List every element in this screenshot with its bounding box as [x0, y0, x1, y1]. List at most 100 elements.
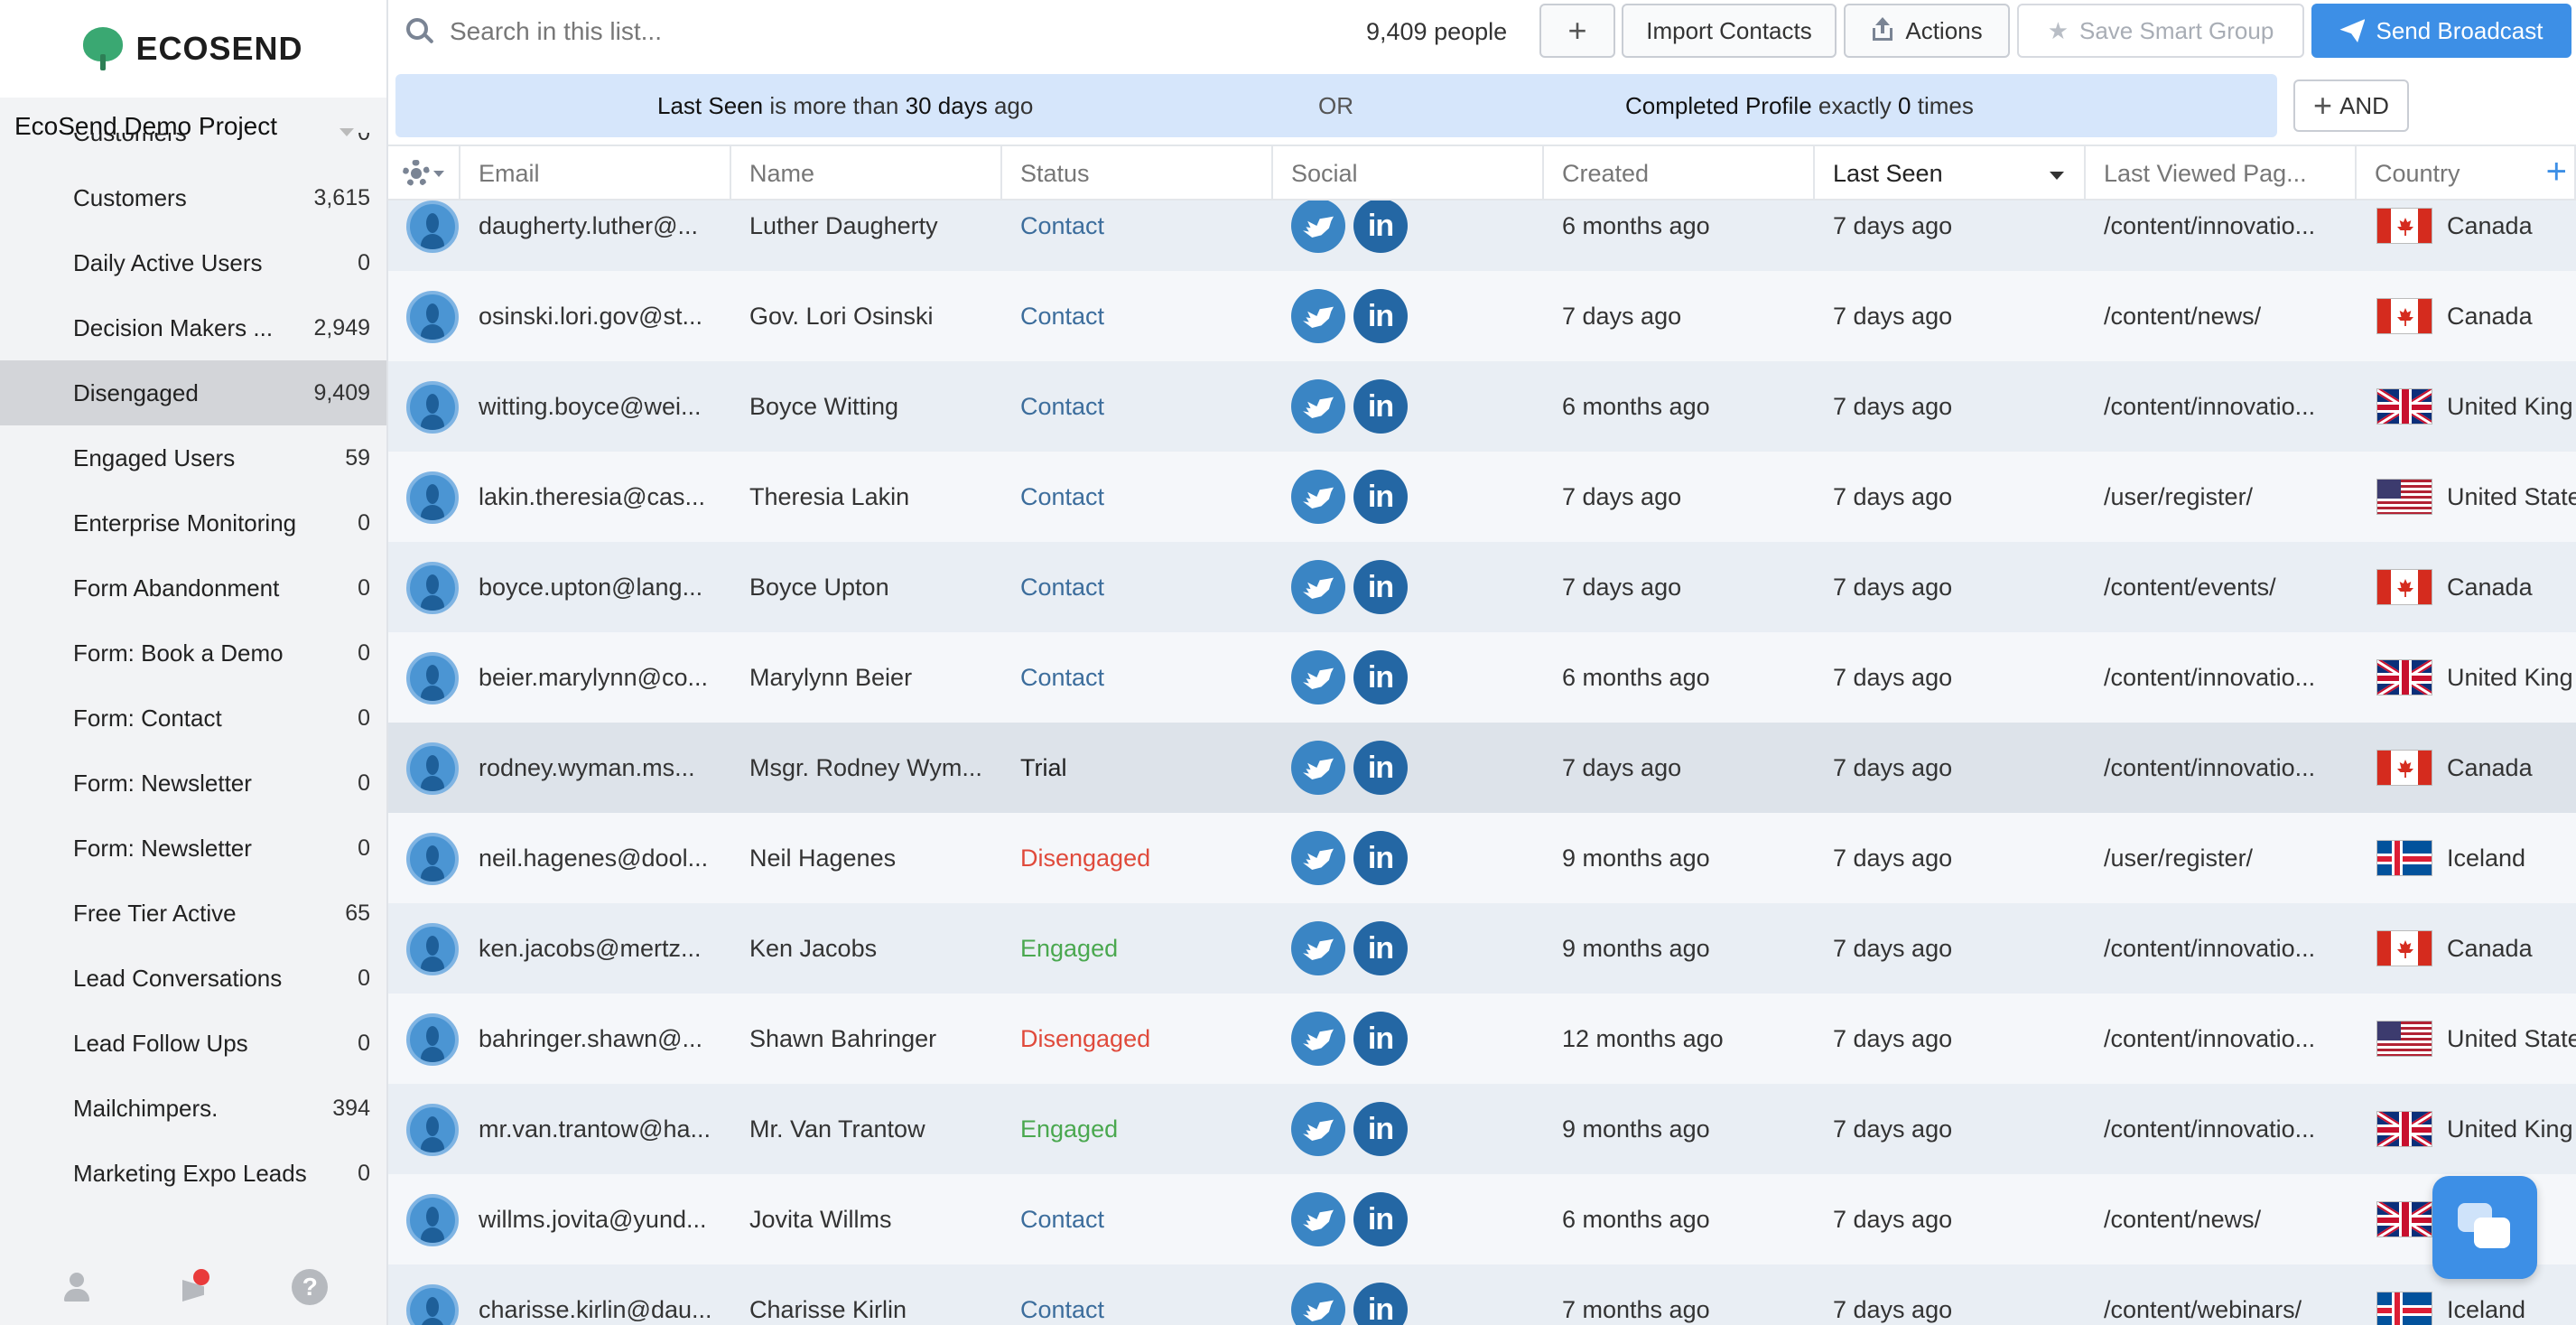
- column-header-label: Created: [1562, 159, 1650, 187]
- notification-icon[interactable]: [175, 1269, 211, 1305]
- import-contacts-button[interactable]: Import Contacts: [1622, 4, 1837, 58]
- last-viewed-page-cell: /user/register/: [2104, 844, 2254, 872]
- sidebar-group-item[interactable]: Engaged Users 59: [0, 425, 386, 490]
- user-icon[interactable]: [59, 1269, 95, 1305]
- twitter-icon[interactable]: [1291, 199, 1345, 253]
- twitter-icon[interactable]: [1291, 741, 1345, 795]
- column-header[interactable]: Email: [460, 146, 731, 201]
- column-settings-button[interactable]: [388, 146, 460, 201]
- sidebar-group-item[interactable]: Free Tier Active 65: [0, 881, 386, 946]
- twitter-icon[interactable]: [1291, 1012, 1345, 1066]
- filter-suffix: times: [1917, 91, 1974, 119]
- column-header[interactable]: Name: [731, 146, 1002, 201]
- add-and-filter-button[interactable]: + AND: [2293, 79, 2409, 132]
- twitter-icon[interactable]: [1291, 379, 1345, 434]
- linkedin-icon[interactable]: in: [1353, 1012, 1408, 1066]
- country-cell: United King: [2447, 663, 2573, 691]
- column-header[interactable]: Country: [2357, 146, 2576, 201]
- sidebar-group-item[interactable]: Form: Contact 0: [0, 686, 386, 751]
- linkedin-icon[interactable]: in: [1353, 1192, 1408, 1246]
- sidebar-group-item[interactable]: Form: Newsletter 0: [0, 751, 386, 816]
- linkedin-icon[interactable]: in: [1353, 831, 1408, 885]
- save-smart-group-button[interactable]: ★ Save Smart Group: [2017, 4, 2304, 58]
- status-cell: Engaged: [1020, 934, 1119, 962]
- table-row[interactable]: mr.van.trantow@ha... Mr. Van Trantow Engag…: [388, 1084, 2576, 1174]
- column-header[interactable]: Social: [1273, 146, 1544, 201]
- column-header[interactable]: Last Viewed Pag...: [2086, 146, 2357, 201]
- actions-button[interactable]: Actions: [1844, 4, 2010, 58]
- filter-condition[interactable]: Last Seen is more than 30 days ago: [657, 74, 1033, 137]
- twitter-icon[interactable]: [1291, 1192, 1345, 1246]
- sidebar-group-item[interactable]: Lead Follow Ups 0: [0, 1011, 386, 1076]
- sidebar-group-item[interactable]: Enterprise Monitoring 0: [0, 490, 386, 555]
- flag-uk-icon: [2376, 1111, 2432, 1147]
- table-row[interactable]: charisse.kirlin@dau... Charisse Kirlin Con…: [388, 1264, 2576, 1325]
- linkedin-icon[interactable]: in: [1353, 921, 1408, 975]
- column-header-label: Last Seen: [1833, 159, 1943, 187]
- group-label: Customers: [73, 133, 349, 147]
- sidebar-group-item[interactable]: Disengaged 9,409: [0, 360, 386, 425]
- help-icon[interactable]: ?: [292, 1269, 329, 1305]
- table-row[interactable]: boyce.upton@lang... Boyce Upton Contact in 7…: [388, 542, 2576, 632]
- sort-desc-icon[interactable]: [2050, 172, 2064, 180]
- sidebar-group-item[interactable]: Form Abandonment 0: [0, 555, 386, 621]
- table-row[interactable]: beier.marylynn@co... Marylynn Beier Contac…: [388, 632, 2576, 723]
- email-cell: beier.marylynn@co...: [479, 663, 709, 691]
- sidebar-group-item[interactable]: Daily Active Users 0: [0, 230, 386, 295]
- sidebar-group-item[interactable]: Marketing Expo Leads 0: [0, 1141, 386, 1206]
- flag-uk-icon: [2376, 388, 2432, 425]
- table-row[interactable]: rodney.wyman.ms... Msgr. Rodney Wym... Tri…: [388, 723, 2576, 813]
- linkedin-icon[interactable]: in: [1353, 1283, 1408, 1325]
- twitter-icon[interactable]: [1291, 560, 1345, 614]
- send-broadcast-button[interactable]: Send Broadcast: [2311, 4, 2571, 58]
- search-input[interactable]: [450, 9, 1064, 54]
- filter-condition[interactable]: Completed Profile exactly 0 times: [1625, 74, 1974, 137]
- last-seen-cell: 7 days ago: [1833, 1024, 1953, 1052]
- linkedin-icon[interactable]: in: [1353, 650, 1408, 704]
- sidebar-group-item[interactable]: Form: Book a Demo 0: [0, 621, 386, 686]
- twitter-icon[interactable]: [1291, 650, 1345, 704]
- and-label: AND: [2339, 91, 2389, 119]
- sidebar-group-item[interactable]: Decision Makers ... 2,949: [0, 295, 386, 360]
- sidebar-group-item[interactable]: Mailchimpers. 394: [0, 1076, 386, 1141]
- sidebar-group-item[interactable]: Lead Conversations 0: [0, 946, 386, 1011]
- sidebar-group-item[interactable]: Customers 3,615: [0, 165, 386, 230]
- linkedin-icon[interactable]: in: [1353, 560, 1408, 614]
- column-header[interactable]: Status: [1002, 146, 1273, 201]
- linkedin-icon[interactable]: in: [1353, 379, 1408, 434]
- sidebar-group-item[interactable]: Customers 0: [0, 133, 386, 165]
- group-label: Form: Newsletter: [73, 769, 252, 797]
- chevron-down-icon: [433, 170, 444, 177]
- table-row[interactable]: osinski.lori.gov@st... Gov. Lori Osinski C…: [388, 271, 2576, 361]
- linkedin-icon[interactable]: in: [1353, 199, 1408, 253]
- linkedin-icon[interactable]: in: [1353, 289, 1408, 343]
- last-seen-cell: 7 days ago: [1833, 934, 1953, 962]
- twitter-icon[interactable]: [1291, 1283, 1345, 1325]
- twitter-icon[interactable]: [1291, 921, 1345, 975]
- last-viewed-page-cell: /content/innovatio...: [2104, 1024, 2316, 1052]
- group-count: 0: [358, 133, 370, 146]
- created-cell: 9 months ago: [1562, 1115, 1710, 1143]
- status-cell: Trial: [1020, 753, 1067, 781]
- twitter-icon[interactable]: [1291, 470, 1345, 524]
- brand[interactable]: ECOSEND: [0, 0, 386, 98]
- table-row[interactable]: neil.hagenes@dool... Neil Hagenes Disengag…: [388, 813, 2576, 903]
- linkedin-icon[interactable]: in: [1353, 741, 1408, 795]
- sidebar-group-item[interactable]: Form: Newsletter 0: [0, 816, 386, 881]
- group-count: 2,949: [313, 314, 370, 341]
- table-row[interactable]: bahringer.shawn@... Shawn Bahringer Diseng…: [388, 994, 2576, 1084]
- twitter-icon[interactable]: [1291, 289, 1345, 343]
- chat-button[interactable]: [2432, 1176, 2537, 1279]
- column-header[interactable]: Created: [1544, 146, 1815, 201]
- twitter-icon[interactable]: [1291, 831, 1345, 885]
- twitter-icon[interactable]: [1291, 1102, 1345, 1156]
- table-row[interactable]: witting.boyce@wei... Boyce Witting Contact…: [388, 361, 2576, 452]
- table-row[interactable]: ken.jacobs@mertz... Ken Jacobs Engaged in 9 …: [388, 903, 2576, 994]
- import-contacts-label: Import Contacts: [1646, 16, 1812, 44]
- column-header[interactable]: Last Seen: [1815, 146, 2086, 201]
- linkedin-icon[interactable]: in: [1353, 470, 1408, 524]
- linkedin-icon[interactable]: in: [1353, 1102, 1408, 1156]
- table-row[interactable]: willms.jovita@yund... Jovita Willms Contac…: [388, 1174, 2576, 1264]
- add-button[interactable]: +: [1539, 4, 1615, 58]
- table-row[interactable]: lakin.theresia@cas... Theresia Lakin Conta…: [388, 452, 2576, 542]
